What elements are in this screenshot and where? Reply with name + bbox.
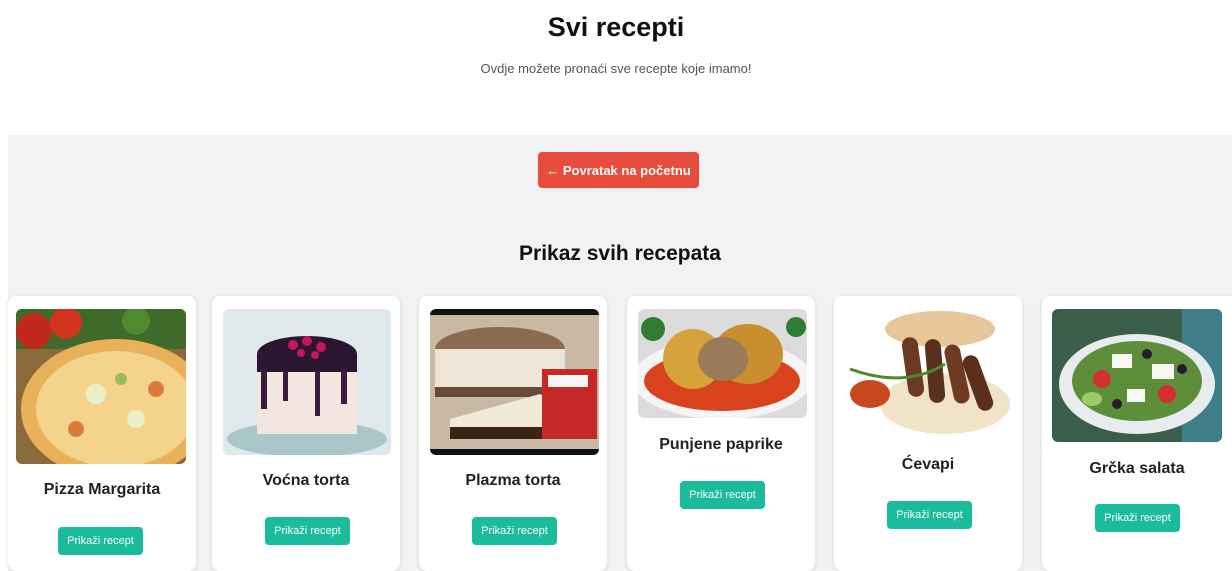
page-title: Svi recepti [547,12,685,42]
show-recipe-button[interactable]: Prikaži recept [265,517,350,545]
show-recipe-button[interactable]: Prikaži recept [58,527,143,555]
show-recipe-button[interactable]: Prikaži recept [680,481,765,509]
section-title: Prikaz svih recepata [519,242,721,265]
recipe-card-grcka-salata: Grčka salata Prikaži recept [1042,296,1232,571]
plazma-cake-image [430,309,599,455]
recipe-title: Ćevapi [901,456,955,473]
recipe-title: Punjene paprike [659,436,783,453]
recipe-card-plazma-torta: Plazma torta Prikaži recept [419,296,607,571]
recipe-card-vocna-torta: Voćna torta Prikaži recept [212,296,400,571]
back-to-home-button[interactable]: ← Povratak na početnu [538,152,699,188]
recipe-title: Voćna torta [262,472,350,489]
show-recipe-button[interactable]: Prikaži recept [472,517,557,545]
recipe-title: Grčka salata [1089,460,1185,477]
stuffed-peppers-image [638,309,807,418]
greek-salad-image [1052,309,1222,442]
page-header: Svi recepti Ovdje možete pronaći sve rec… [0,0,1232,135]
page-subtitle: Ovdje možete pronaći sve recepte koje im… [480,61,752,76]
recipe-title: Pizza Margarita [43,481,161,498]
pizza-image [16,309,186,464]
show-recipe-button[interactable]: Prikaži recept [887,501,972,529]
recipe-card-cevapi: Ćevapi Prikaži recept [834,296,1022,571]
fruit-cake-image [223,309,391,455]
cevapi-image [845,309,1014,439]
show-recipe-button[interactable]: Prikaži recept [1095,504,1180,532]
recipe-title: Plazma torta [465,472,561,489]
recipe-card-punjene-paprike: Punjene paprike Prikaži recept [627,296,815,571]
recipes-section: ← Povratak na početnu Prikaz svih recepa… [8,135,1232,571]
recipe-card-pizza-margarita: Pizza Margarita Prikaži recept [8,296,196,571]
